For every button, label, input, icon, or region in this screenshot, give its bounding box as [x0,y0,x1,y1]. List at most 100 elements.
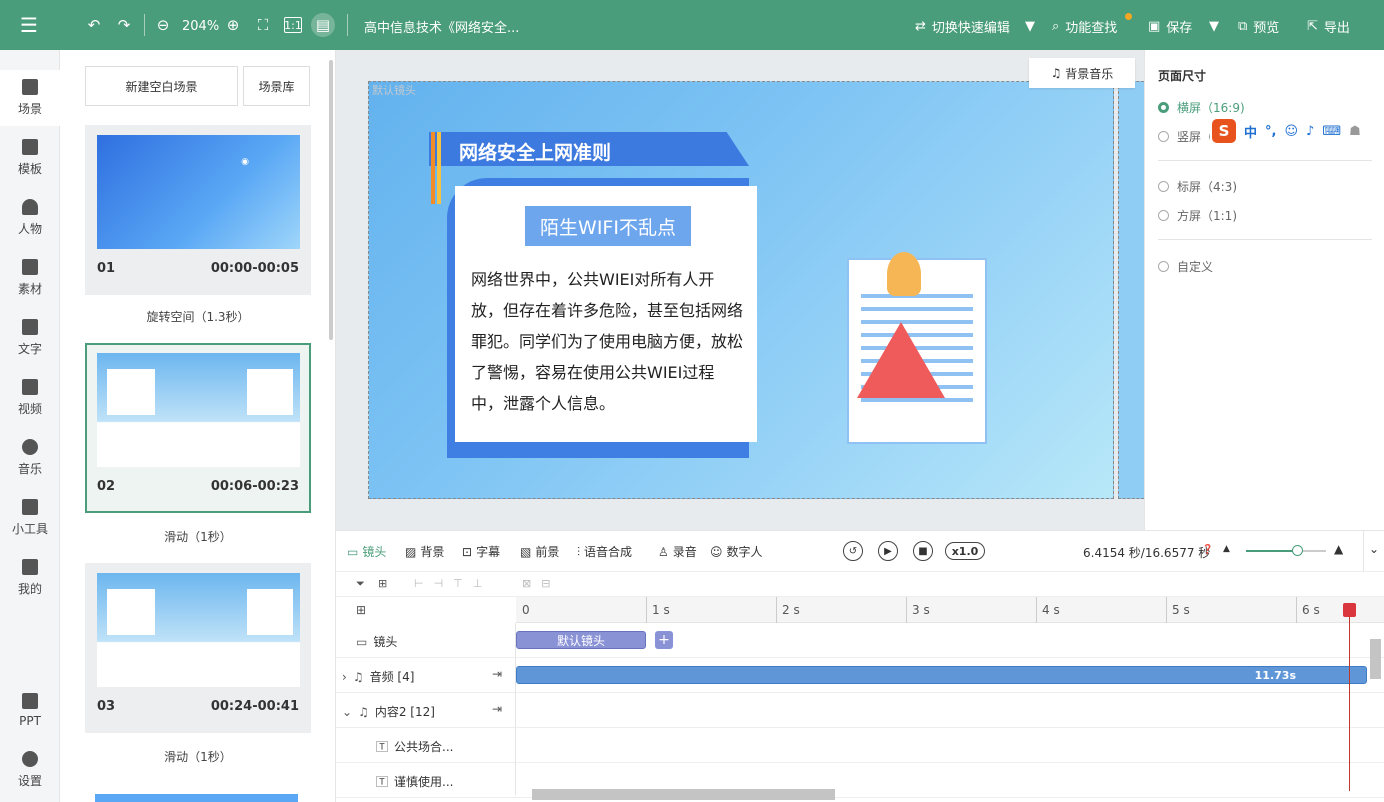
nav-template[interactable]: 模板 [0,130,60,186]
zoom-out-icon[interactable]: ▲ [1223,544,1230,554]
redo-icon[interactable]: ↷ [114,15,134,35]
accent-bar [431,132,435,204]
play-icon[interactable]: ▶ [878,541,898,561]
preview-icon: ⧉ [1238,18,1248,34]
tab-background[interactable]: ▨ 背景 [405,543,444,560]
scene-card[interactable]: 02 00:06-00:23 [85,343,311,513]
nav-settings[interactable]: 设置 [0,742,60,798]
radio-standard[interactable]: 标屏（4:3) [1158,178,1237,195]
switch-dropdown-icon[interactable]: ▼ [1025,16,1035,36]
person-icon [22,199,38,215]
divider [1363,531,1364,571]
warning-icon [857,322,945,398]
text-icon [22,319,38,335]
group-icon[interactable]: ⊞ [378,577,387,590]
preview-button[interactable]: ⧉ 预览 [1238,16,1279,36]
timeline-v-scrollbar[interactable] [1370,639,1381,679]
find-button[interactable]: ⌕ 功能查找 [1052,16,1117,36]
enter-icon[interactable]: ⇥ [492,702,502,716]
scene-card[interactable]: ◉ 01 00:00-00:05 [85,125,311,295]
playhead-handle[interactable] [1343,603,1356,617]
divider [347,14,348,36]
radio-icon [1158,261,1169,272]
track-row-item: 🅃 公共场合... [336,728,1384,763]
radio-custom[interactable]: 自定义 [1158,258,1213,275]
tab-digital-human[interactable]: ☺ 数字人 [710,543,763,560]
ime-toolbar[interactable]: S 中 °, ☺ ♪ ⌨ ☗ [1210,117,1384,145]
scene-transition[interactable]: 滑动（1秒） [85,748,311,765]
zoom-in-icon[interactable]: ⊕ [224,15,242,35]
tab-foreground[interactable]: ▧ 前景 [520,543,559,560]
slide-body-text[interactable]: 网络世界中，公共WIEI对所有人开放，但存在着许多危险，甚至包括网络罪犯。同学们… [471,264,743,419]
video-icon [22,379,38,395]
timeline-h-scrollbar[interactable] [532,789,835,800]
user-icon: ☗ [1349,123,1361,139]
chevron-down-icon[interactable]: ⌄ [342,705,352,719]
zoom-out-icon[interactable]: ⊖ [154,15,172,35]
scene-card[interactable]: 03 00:24-00:41 [85,563,311,733]
actual-size-icon[interactable]: 1:1 [284,17,302,33]
nav-person[interactable]: 人物 [0,190,60,246]
stage-canvas[interactable]: 网络安全上网准则 陌生WIFI不乱点 网络世界中，公共WIEI对所有人开放，但存… [368,81,1114,499]
canvas-icon[interactable]: ▤ [311,13,335,37]
background-music-button[interactable]: ♫ 背景音乐 [1029,58,1135,88]
track-label[interactable]: 🅃 公共场合... [376,738,453,755]
scene-thumbnail [95,794,298,802]
scene-thumbnail: ◉ [97,135,300,249]
nav-mine[interactable]: 我的 [0,550,60,606]
switch-edit-button[interactable]: ⇄ 切换快速编辑 [915,16,1010,36]
time-ruler[interactable]: 0 1 s 2 s 3 s 4 s 5 s 6 s [516,597,1384,623]
fullscreen-icon[interactable]: ⛶ [254,15,272,35]
scene-library-button[interactable]: 场景库 [243,66,310,106]
nav-music[interactable]: 音乐 [0,430,60,486]
nav-toolbox[interactable]: 小工具 [0,490,60,546]
tab-tts[interactable]: ⫶ 语音合成 [577,543,632,560]
align-icons: ⊢⊣⊤⊥ [414,577,493,590]
timeline-tools: ⏷ ⊞ ⊢⊣⊤⊥ ⊠⊟ [336,571,1384,597]
layout-icon[interactable]: ⊞ [356,603,366,617]
audio-clip[interactable]: 11.73s [516,666,1367,684]
help-icon[interactable]: ❓ [1202,545,1213,555]
new-blank-scene-button[interactable]: 新建空白场景 [85,66,238,106]
speed-button[interactable]: x1.0 [945,542,985,560]
filter-icon[interactable]: ⏷ [356,577,365,591]
nav-ppt[interactable]: PPT [0,682,60,738]
slide-heading[interactable]: 网络安全上网准则 [459,138,611,165]
enter-icon[interactable]: ⇥ [492,667,502,681]
save-dropdown-icon[interactable]: ▼ [1209,16,1219,36]
stop-icon[interactable]: ■ [913,541,933,561]
export-button[interactable]: ⇱ 导出 [1307,16,1350,36]
nav-scene[interactable]: 场景 [0,70,60,126]
divider [1158,160,1372,161]
scene-time: 00:00-00:05 [210,261,299,276]
tab-camera[interactable]: ▭ 镜头 [347,543,386,560]
slide-subheading[interactable]: 陌生WIFI不乱点 [525,206,691,246]
radio-square[interactable]: 方屏（1:1) [1158,207,1237,224]
document-title[interactable]: 高中信息技术《网络安全... [364,16,519,36]
camera-clip[interactable]: 默认镜头 [516,631,646,649]
chevron-right-icon[interactable]: › [342,670,347,684]
radio-landscape[interactable]: 横屏（16:9) [1158,99,1245,116]
scene-transition[interactable]: 滑动（1秒） [85,528,311,545]
zoom-slider-knob[interactable] [1292,545,1303,556]
scene-number: 02 [97,479,116,494]
menu-icon[interactable]: ☰ [0,0,58,50]
nav-text[interactable]: 文字 [0,310,60,366]
nav-video[interactable]: 视频 [0,370,60,426]
sogou-icon: S [1212,119,1236,143]
tab-record[interactable]: ♙ 录音 [658,543,697,560]
replay-icon[interactable]: ↺ [843,541,863,561]
zoom-in-icon[interactable]: ▲ [1334,542,1343,556]
add-camera-button[interactable]: + [655,631,673,649]
tab-subtitle[interactable]: ⊡ 字幕 [462,543,500,560]
track-label[interactable]: 🅃 谨慎使用... [376,773,453,790]
nav-material[interactable]: 素材 [0,250,60,306]
save-button[interactable]: ▣ 保存 [1148,16,1192,36]
text-icon: 🅃 [376,740,389,754]
toolbox-icon [22,499,38,515]
track-row-camera: ▭ 镜头 [336,623,1384,658]
collapse-icon[interactable]: ⌄ [1369,542,1379,556]
scene-transition[interactable]: 旋转空间（1.3秒） [85,308,311,325]
undo-icon[interactable]: ↶ [84,15,104,35]
scene-scrollbar[interactable] [329,60,333,340]
